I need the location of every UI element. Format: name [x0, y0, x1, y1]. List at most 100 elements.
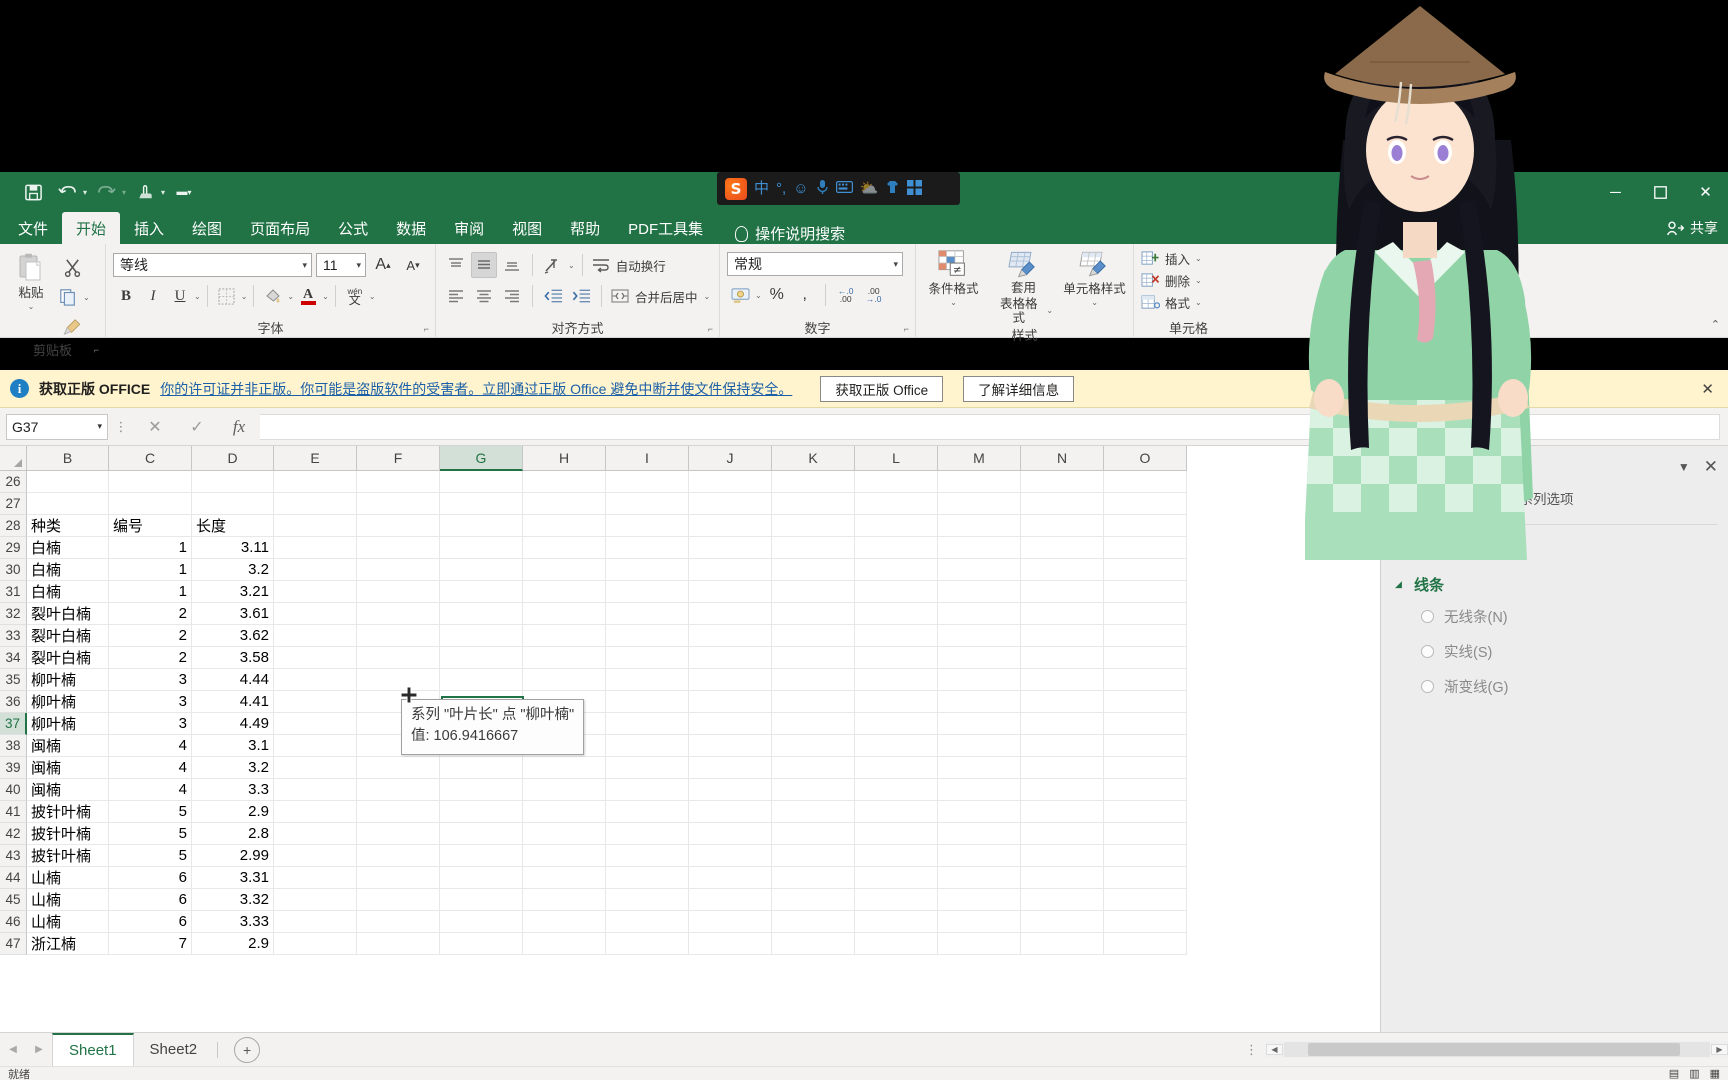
- cell-J37[interactable]: [689, 713, 772, 734]
- pane-close-icon[interactable]: ✕: [1704, 457, 1718, 477]
- undo-icon[interactable]: [52, 177, 82, 207]
- cell-H27[interactable]: [523, 493, 606, 514]
- row-header-29[interactable]: 29: [0, 537, 27, 559]
- cell-L33[interactable]: [855, 625, 938, 646]
- cell-G32[interactable]: [440, 603, 523, 624]
- column-header-O[interactable]: O: [1104, 446, 1187, 471]
- cell-L37[interactable]: [855, 713, 938, 734]
- clipboard-dialog-launcher-icon[interactable]: ⌐: [94, 345, 99, 355]
- cell-I39[interactable]: [606, 757, 689, 778]
- table-row[interactable]: [27, 471, 1187, 493]
- line-option-solid[interactable]: 实线(S): [1381, 634, 1728, 669]
- cell-D30[interactable]: 3.2: [192, 559, 274, 580]
- redo-dropdown-caret[interactable]: ▾: [122, 188, 126, 197]
- column-header-G[interactable]: G: [440, 446, 523, 471]
- cell-C26[interactable]: [109, 471, 192, 492]
- copy-caret-icon[interactable]: ⌄: [83, 293, 90, 302]
- cell-N44[interactable]: [1021, 867, 1104, 888]
- cell-C33[interactable]: 2: [109, 625, 192, 646]
- cell-E40[interactable]: [274, 779, 357, 800]
- tab-data[interactable]: 数据: [382, 212, 440, 244]
- cell-H35[interactable]: [523, 669, 606, 690]
- cell-J35[interactable]: [689, 669, 772, 690]
- decrease-font-size-button[interactable]: A ▾: [400, 252, 426, 278]
- cell-G27[interactable]: [440, 493, 523, 514]
- cell-H32[interactable]: [523, 603, 606, 624]
- ime-emoji-icon[interactable]: ☺: [793, 181, 808, 196]
- format-cells-caret-icon[interactable]: ⌄: [1195, 298, 1202, 307]
- cell-L44[interactable]: [855, 867, 938, 888]
- cell-N26[interactable]: [1021, 471, 1104, 492]
- font-size-combo[interactable]: 11 ▾: [316, 253, 366, 277]
- cell-F27[interactable]: [357, 493, 440, 514]
- cell-J38[interactable]: [689, 735, 772, 756]
- cell-B38[interactable]: 闽楠: [27, 735, 109, 756]
- cell-F40[interactable]: [357, 779, 440, 800]
- orientation-caret-icon[interactable]: ⌄: [568, 261, 575, 270]
- cell-L41[interactable]: [855, 801, 938, 822]
- cell-J32[interactable]: [689, 603, 772, 624]
- cell-I30[interactable]: [606, 559, 689, 580]
- chevron-down-icon[interactable]: ◢: [1395, 579, 1405, 590]
- cell-K29[interactable]: [772, 537, 855, 558]
- cell-K47[interactable]: [772, 933, 855, 954]
- cell-J31[interactable]: [689, 581, 772, 602]
- align-middle-button[interactable]: [471, 252, 497, 278]
- cell-I46[interactable]: [606, 911, 689, 932]
- cell-L47[interactable]: [855, 933, 938, 954]
- cell-B47[interactable]: 浙江楠: [27, 933, 109, 954]
- tab-file[interactable]: 文件: [4, 212, 62, 244]
- cell-M37[interactable]: [938, 713, 1021, 734]
- cell-H40[interactable]: [523, 779, 606, 800]
- cell-M46[interactable]: [938, 911, 1021, 932]
- copy-button[interactable]: [55, 284, 81, 310]
- cell-G44[interactable]: [440, 867, 523, 888]
- cell-I28[interactable]: [606, 515, 689, 536]
- font-color-button[interactable]: A: [295, 283, 321, 309]
- column-header-C[interactable]: C: [109, 446, 192, 471]
- cell-K35[interactable]: [772, 669, 855, 690]
- cell-J44[interactable]: [689, 867, 772, 888]
- table-row[interactable]: 柳叶楠 3 4.49: [27, 713, 1187, 735]
- sheet-tab-sheet2[interactable]: Sheet2: [134, 1033, 214, 1067]
- insert-cells-button[interactable]: 插入 ⌄: [1141, 249, 1202, 268]
- cell-N33[interactable]: [1021, 625, 1104, 646]
- bold-button[interactable]: B: [113, 283, 139, 309]
- cell-B45[interactable]: 山楠: [27, 889, 109, 910]
- cell-I40[interactable]: [606, 779, 689, 800]
- cell-M41[interactable]: [938, 801, 1021, 822]
- cell-C32[interactable]: 2: [109, 603, 192, 624]
- insert-cells-caret-icon[interactable]: ⌄: [1195, 254, 1202, 263]
- cell-D26[interactable]: [192, 471, 274, 492]
- cell-E32[interactable]: [274, 603, 357, 624]
- cell-N43[interactable]: [1021, 845, 1104, 866]
- cell-styles-button[interactable]: 单元格样式 ⌄: [1063, 248, 1126, 308]
- fill-color-button[interactable]: [260, 283, 286, 309]
- cell-I34[interactable]: [606, 647, 689, 668]
- cell-J45[interactable]: [689, 889, 772, 910]
- cell-F26[interactable]: [357, 471, 440, 492]
- cell-B42[interactable]: 披针叶楠: [27, 823, 109, 844]
- cell-L45[interactable]: [855, 889, 938, 910]
- formula-bar-handle[interactable]: ⋮: [108, 419, 134, 435]
- cell-N45[interactable]: [1021, 889, 1104, 910]
- phonetic-guide-button[interactable]: wén 文: [342, 283, 368, 309]
- cell-E29[interactable]: [274, 537, 357, 558]
- cell-I27[interactable]: [606, 493, 689, 514]
- cell-E28[interactable]: [274, 515, 357, 536]
- cell-K38[interactable]: [772, 735, 855, 756]
- table-row[interactable]: 白楠 1 3.21: [27, 581, 1187, 603]
- share-button[interactable]: 共享: [1667, 218, 1718, 238]
- delete-cells-button[interactable]: 删除 ⌄: [1141, 271, 1202, 290]
- column-header-J[interactable]: J: [689, 446, 772, 471]
- cell-C39[interactable]: 4: [109, 757, 192, 778]
- cell-G26[interactable]: [440, 471, 523, 492]
- cell-M28[interactable]: [938, 515, 1021, 536]
- row-header-34[interactable]: 34: [0, 647, 27, 669]
- cell-B41[interactable]: 披针叶楠: [27, 801, 109, 822]
- cell-O26[interactable]: [1104, 471, 1187, 492]
- column-header-I[interactable]: I: [606, 446, 689, 471]
- paste-button[interactable]: 粘贴 ⌄: [7, 250, 55, 312]
- cell-M36[interactable]: [938, 691, 1021, 712]
- cell-N46[interactable]: [1021, 911, 1104, 932]
